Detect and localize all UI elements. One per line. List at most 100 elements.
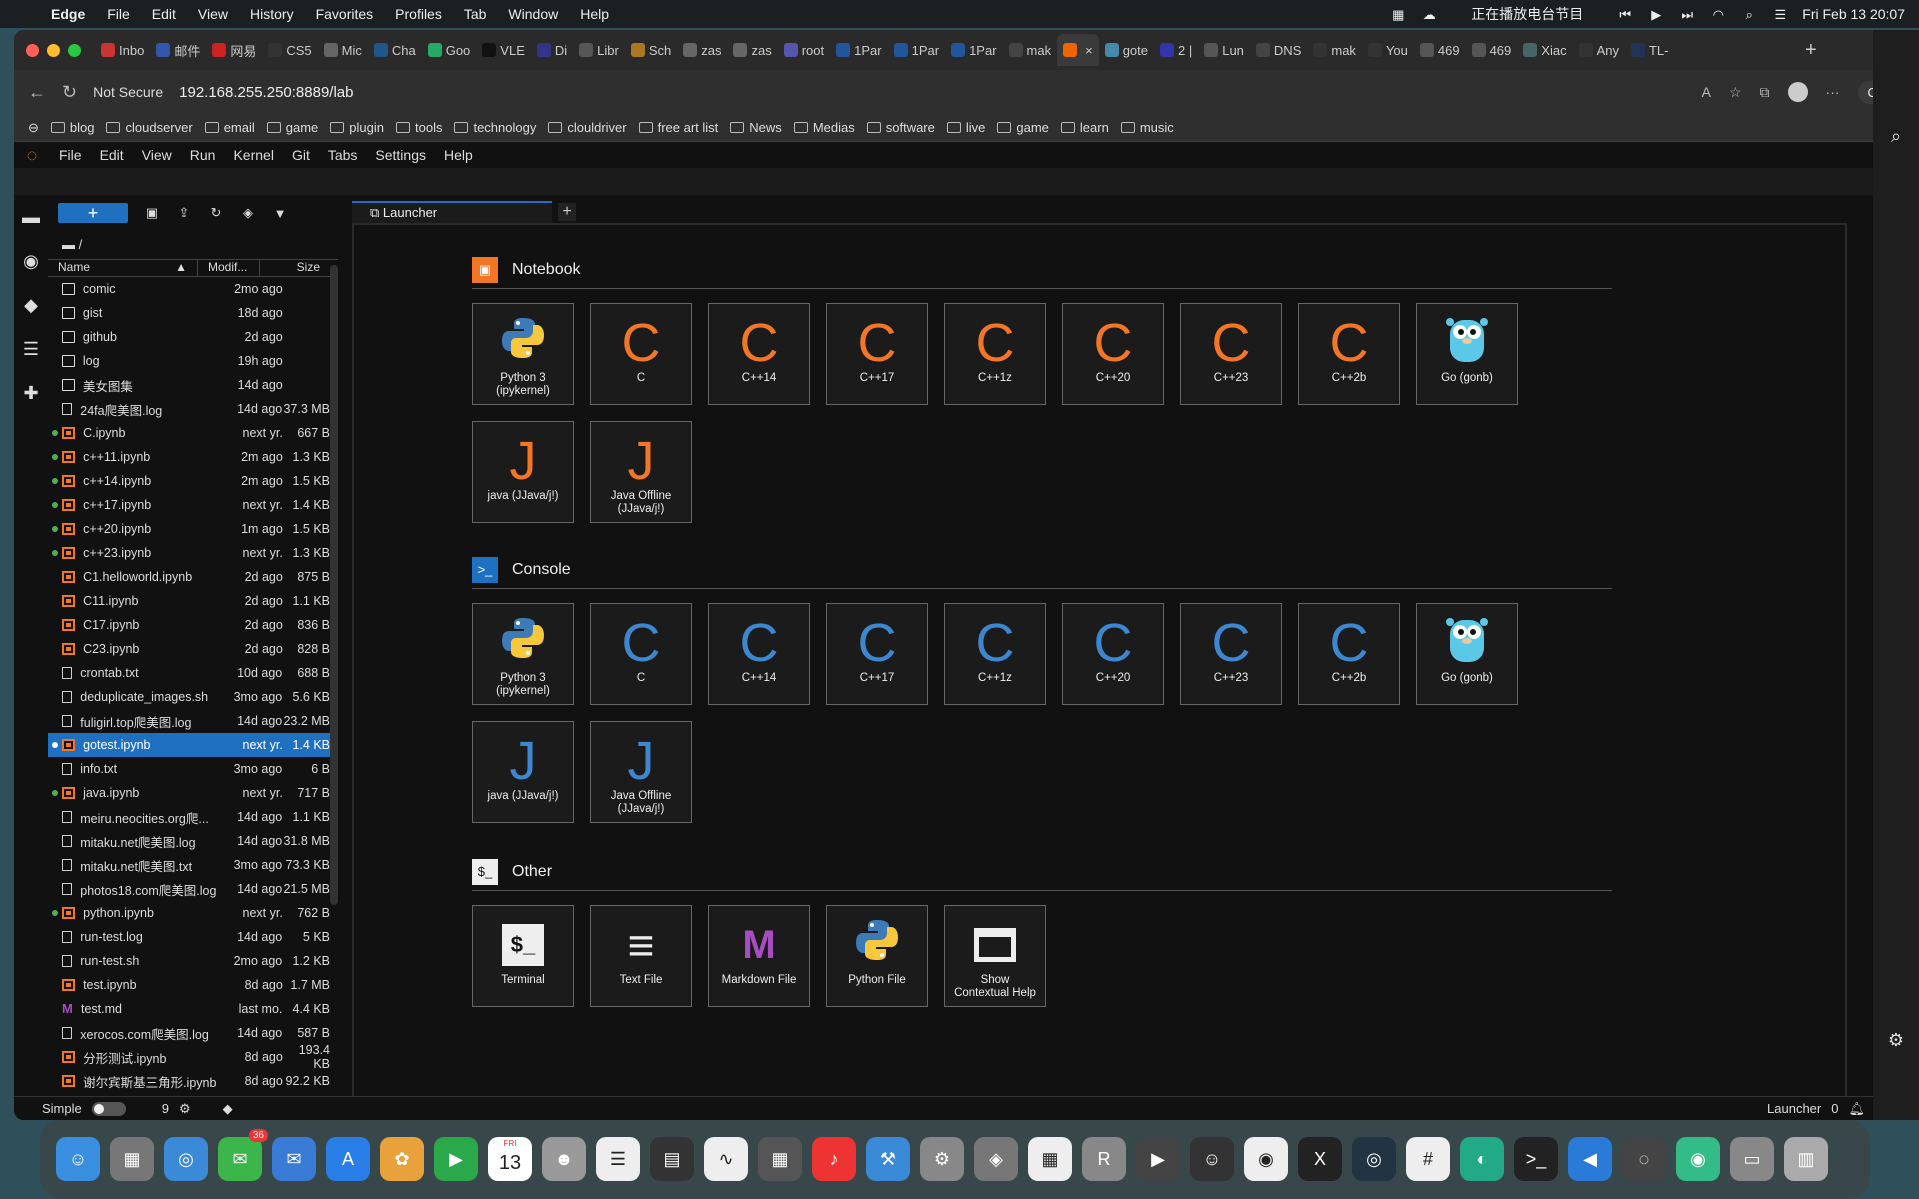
file-row[interactable]: run-test.sh 2mo ago 1.2 KB xyxy=(48,949,338,973)
browser-tab[interactable]: DNS xyxy=(1250,43,1307,58)
bookmark-folder[interactable]: learn xyxy=(1060,120,1109,135)
remote-icon[interactable]: R xyxy=(1082,1137,1126,1181)
notebook-card[interactable]: C C++14 xyxy=(708,303,810,405)
file-row[interactable]: fuligirl.top爬美图.log 14d ago 23.2 MB xyxy=(48,709,338,733)
url-field[interactable]: 192.168.255.250:8889/lab xyxy=(179,84,353,101)
file-row[interactable]: 美女图集 14d ago xyxy=(48,373,338,397)
console-card[interactable]: C C++17 xyxy=(826,603,928,705)
console-card[interactable]: C C++14 xyxy=(708,603,810,705)
browser-tab[interactable]: 469 xyxy=(1466,43,1518,58)
other-card[interactable]: $_ Terminal xyxy=(472,905,574,1007)
jupyter-menu-tabs[interactable]: Tabs xyxy=(319,147,367,163)
console-card[interactable]: C C++20 xyxy=(1062,603,1164,705)
browser-tab[interactable]: CS5 xyxy=(262,43,317,58)
browser-tab[interactable]: Libr xyxy=(573,43,625,58)
other-card[interactable]: Python File xyxy=(826,905,928,1007)
photos-icon[interactable]: ✿ xyxy=(380,1137,424,1181)
file-browser-icon[interactable]: ▬ xyxy=(14,195,48,239)
extensions-icon[interactable]: ⧉ xyxy=(1760,84,1770,101)
file-row[interactable]: c++20.ipynb 1m ago 1.5 KB xyxy=(48,517,338,541)
file-row[interactable]: C.ipynb next yr. 667 B xyxy=(48,421,338,445)
new-launcher-button[interactable]: + xyxy=(58,203,128,223)
column-modified-header[interactable]: Modif... xyxy=(198,260,260,276)
git-icon[interactable]: ◆ xyxy=(14,283,48,327)
file-row[interactable]: c++17.ipynb next yr. 1.4 KB xyxy=(48,493,338,517)
launchpad-icon[interactable]: ▦ xyxy=(110,1137,154,1181)
jupyter-menu-help[interactable]: Help xyxy=(435,147,482,163)
table-of-contents-icon[interactable]: ☰ xyxy=(14,327,48,371)
not-secure-label[interactable]: Not Secure xyxy=(93,84,163,100)
browser-tab[interactable]: mak xyxy=(1003,43,1058,58)
browser-tab[interactable]: root xyxy=(778,43,830,58)
finder-icon[interactable]: ☺ xyxy=(56,1137,100,1181)
menu-favorites[interactable]: Favorites xyxy=(305,6,385,22)
browser-tab[interactable]: TL- xyxy=(1625,43,1675,58)
browser-tab[interactable]: You xyxy=(1362,43,1414,58)
bookmark-folder[interactable]: blog xyxy=(50,120,94,135)
file-row[interactable]: meiru.neocities.org爬... 14d ago 1.1 KB xyxy=(48,805,338,829)
notebook-card[interactable]: Go (gonb) xyxy=(1416,303,1518,405)
console-card[interactable]: C C++2b xyxy=(1298,603,1400,705)
jupyter-menu-edit[interactable]: Edit xyxy=(91,147,133,163)
browser-tab[interactable]: × xyxy=(1057,34,1099,66)
bookmark-folder[interactable]: free art list xyxy=(638,120,718,135)
file-row[interactable]: C11.ipynb 2d ago 1.1 KB xyxy=(48,589,338,613)
browser-tab[interactable]: Inbo xyxy=(95,43,150,58)
terminal-app-icon[interactable]: >_ xyxy=(1514,1137,1558,1181)
console-card[interactable]: Go (gonb) xyxy=(1416,603,1518,705)
hashtag-icon[interactable]: # xyxy=(1406,1137,1450,1181)
next-track-icon[interactable]: ⏭ xyxy=(1678,7,1696,22)
freeform-icon[interactable]: ∿ xyxy=(704,1137,748,1181)
file-row[interactable]: gotest.ipynb next yr. 1.4 KB xyxy=(48,733,338,757)
menu-app-name[interactable]: Edge xyxy=(40,6,96,22)
browser-tab[interactable]: Sch xyxy=(625,43,677,58)
bookmark-folder[interactable]: game xyxy=(266,120,318,135)
file-row[interactable]: C1.helloworld.ipynb 2d ago 875 B xyxy=(48,565,338,589)
clock[interactable]: Fri Feb 13 20:07 xyxy=(1802,6,1905,22)
file-row[interactable]: info.txt 3mo ago 6 B xyxy=(48,757,338,781)
file-row[interactable]: C23.ipynb 2d ago 828 B xyxy=(48,637,338,661)
jupyter-menu-file[interactable]: File xyxy=(50,147,91,163)
window-grid-icon[interactable]: ▦ xyxy=(1389,7,1407,22)
preview-icon[interactable]: ◈ xyxy=(974,1137,1018,1181)
browser-tab[interactable]: Lun xyxy=(1198,43,1250,58)
browser-tab[interactable]: 1Par xyxy=(830,43,887,58)
bookmark-folder[interactable]: technology xyxy=(454,120,536,135)
file-row[interactable]: 分形测试.ipynb 8d ago 193.4 KB xyxy=(48,1043,338,1071)
edge-icon[interactable]: ◐ xyxy=(1460,1137,1504,1181)
browser-tab[interactable]: VLE xyxy=(476,43,531,58)
browser-tab[interactable]: 邮件 xyxy=(150,41,206,60)
play-icon[interactable]: ▶ xyxy=(1647,7,1665,22)
notebook-card[interactable]: C C++17 xyxy=(826,303,928,405)
back-icon[interactable]: ← xyxy=(28,82,46,103)
control-center-icon[interactable]: ☰ xyxy=(1771,7,1789,22)
file-row[interactable]: Mtest.md last mo. 4.4 KB xyxy=(48,997,338,1021)
reminders-icon[interactable]: ☰ xyxy=(596,1137,640,1181)
browser-tab[interactable]: 1Par xyxy=(888,43,945,58)
file-row[interactable]: log 19h ago xyxy=(48,349,338,373)
close-window-icon[interactable] xyxy=(26,43,39,57)
console-card[interactable]: Python 3 (ipykernel) xyxy=(472,603,574,705)
browser-tab[interactable]: Cha xyxy=(368,43,422,58)
mail-icon[interactable]: ✉ xyxy=(272,1137,316,1181)
add-tab-icon[interactable]: + xyxy=(558,203,576,221)
zoom-window-icon[interactable] xyxy=(68,43,81,57)
downloads-folder-icon[interactable]: ▭ xyxy=(1730,1137,1774,1181)
browser-tab[interactable]: zas xyxy=(677,43,727,58)
column-name-header[interactable]: Name ▲ xyxy=(48,260,198,276)
file-row[interactable]: github 2d ago xyxy=(48,325,338,349)
file-row[interactable]: mitaku.net爬美图.txt 3mo ago 73.3 KB xyxy=(48,853,338,877)
file-row[interactable]: comic 2mo ago xyxy=(48,277,338,301)
menu-edit[interactable]: Edit xyxy=(141,6,187,22)
trash-icon[interactable]: ▥ xyxy=(1784,1137,1828,1181)
browser-tab[interactable]: 2 | xyxy=(1154,43,1198,58)
other-card[interactable]: ≡ Text File xyxy=(590,905,692,1007)
notebook-card[interactable]: Jjava (JJava/j!) xyxy=(472,421,574,523)
browser-tab[interactable]: Goo xyxy=(422,43,477,58)
menu-profiles[interactable]: Profiles xyxy=(384,6,453,22)
running-kernels-icon[interactable]: ◉ xyxy=(14,239,48,283)
browser-tab[interactable]: 469 xyxy=(1414,43,1466,58)
xcode-icon[interactable]: ⚒ xyxy=(866,1137,910,1181)
more-menu-icon[interactable]: ··· xyxy=(1826,84,1840,100)
chat-app-icon[interactable]: ☺ xyxy=(1190,1137,1234,1181)
